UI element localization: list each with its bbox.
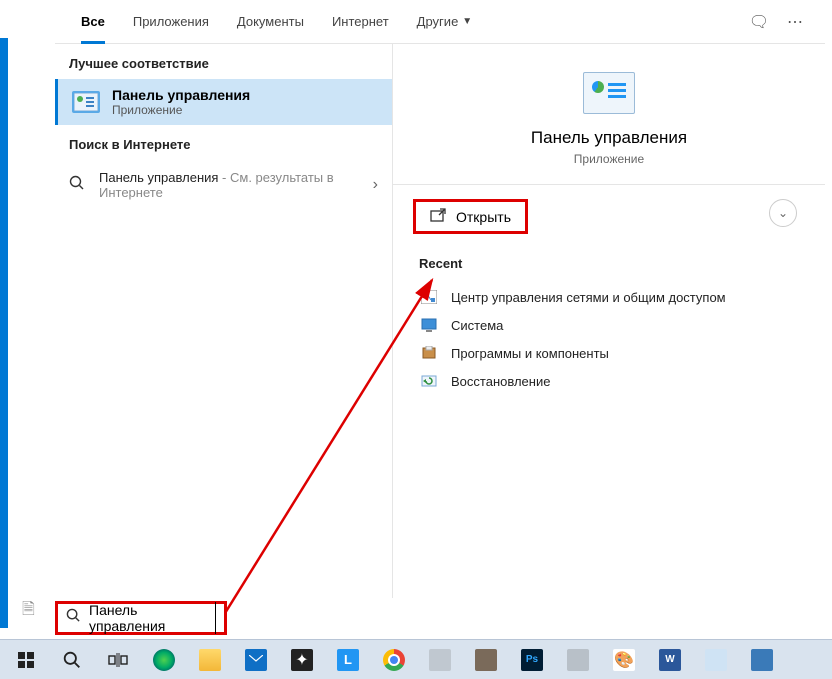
open-button-label: Открыть — [456, 209, 511, 225]
recent-item-programs[interactable]: Программы и компоненты — [419, 339, 799, 367]
start-button[interactable] — [4, 642, 48, 678]
recent-section: Recent Центр управления сетями и общим д… — [393, 238, 825, 413]
best-match-subtitle: Приложение — [112, 103, 250, 117]
tab-all-label: Все — [81, 14, 105, 29]
search-panel: Все Приложения Документы Интернет Другие… — [55, 0, 825, 598]
best-match-title: Панель управления — [112, 87, 250, 103]
results-right-column: Панель управления Приложение Открыть ⌄ R… — [393, 44, 825, 598]
taskbar-app-keyboard[interactable] — [740, 642, 784, 678]
network-icon — [419, 289, 439, 305]
recent-item-system[interactable]: Система — [419, 311, 799, 339]
preview-title: Панель управления — [393, 128, 825, 148]
recent-item-label: Восстановление — [451, 374, 550, 389]
open-row: Открыть ⌄ — [393, 185, 825, 238]
taskbar-app-l[interactable]: L — [326, 642, 370, 678]
more-options-icon[interactable]: ⋯ — [777, 4, 813, 40]
chevron-down-icon: ▼ — [462, 16, 472, 27]
tabs-bar: Все Приложения Документы Интернет Другие… — [55, 0, 825, 44]
task-view-button[interactable] — [96, 642, 140, 678]
feedback-icon[interactable]: 🗨 — [741, 4, 777, 40]
recent-header: Recent — [419, 256, 799, 271]
taskbar-app-generic2[interactable] — [464, 642, 508, 678]
taskbar-app-mail[interactable] — [234, 642, 278, 678]
recent-item-label: Центр управления сетями и общим доступом — [451, 290, 726, 305]
taskbar-app-chrome[interactable] — [372, 642, 416, 678]
web-result-query: Панель управления — [99, 170, 218, 185]
recent-item-label: Программы и компоненты — [451, 346, 609, 361]
taskbar-app-explorer[interactable] — [188, 642, 232, 678]
web-search-header: Поиск в Интернете — [55, 125, 392, 160]
taskbar-app-generic1[interactable] — [418, 642, 462, 678]
taskbar-app-photoshop[interactable]: Ps — [510, 642, 554, 678]
control-panel-large-icon — [583, 72, 635, 114]
results-columns: Лучшее соответствие Панель управления Пр… — [55, 44, 825, 598]
recent-item-recovery[interactable]: Восстановление — [419, 367, 799, 395]
programs-icon — [419, 345, 439, 361]
tab-more-label: Другие — [417, 14, 459, 29]
tab-all[interactable]: Все — [67, 0, 119, 44]
search-input-value: Панель управления — [89, 602, 216, 634]
results-left-column: Лучшее соответствие Панель управления Пр… — [55, 44, 393, 598]
tab-web-label: Интернет — [332, 14, 389, 29]
taskbar-app-paint[interactable]: 🎨 — [602, 642, 646, 678]
recent-item-network[interactable]: Центр управления сетями и общим доступом — [419, 283, 799, 311]
taskbar-app-generic3[interactable] — [556, 642, 600, 678]
preview-subtitle: Приложение — [393, 152, 825, 166]
taskbar-app-notepad[interactable] — [694, 642, 738, 678]
open-button[interactable]: Открыть — [413, 199, 528, 234]
control-panel-icon — [72, 91, 100, 113]
tab-apps[interactable]: Приложения — [119, 0, 223, 44]
taskbar-app-browser[interactable] — [142, 642, 186, 678]
chevron-right-icon: › — [373, 176, 378, 194]
tab-web[interactable]: Интернет — [318, 0, 403, 44]
accent-strip — [0, 38, 8, 628]
system-icon — [419, 317, 439, 333]
web-result-text: Панель управления - См. результаты в Инт… — [99, 170, 373, 200]
web-result-item[interactable]: Панель управления - См. результаты в Инт… — [55, 160, 392, 210]
search-icon — [69, 175, 91, 196]
best-match-header: Лучшее соответствие — [55, 44, 392, 79]
recent-item-label: Система — [451, 318, 503, 333]
taskbar-app-cursor[interactable]: ✦ — [280, 642, 324, 678]
taskbar-search-button[interactable] — [50, 642, 94, 678]
taskbar: ✦ L Ps 🎨 W — [0, 639, 832, 679]
preview-header: Панель управления Приложение — [393, 44, 825, 185]
search-input-box[interactable]: Панель управления — [55, 601, 227, 635]
recovery-icon — [419, 373, 439, 389]
best-match-item[interactable]: Панель управления Приложение — [55, 79, 392, 125]
tab-more[interactable]: Другие▼ — [403, 0, 487, 44]
tab-docs-label: Документы — [237, 14, 304, 29]
search-icon — [66, 608, 81, 628]
open-icon — [430, 208, 446, 225]
expand-chevron-button[interactable]: ⌄ — [769, 199, 797, 227]
tab-docs[interactable]: Документы — [223, 0, 318, 44]
best-match-text: Панель управления Приложение — [112, 87, 250, 117]
tab-apps-label: Приложения — [133, 14, 209, 29]
taskbar-app-word[interactable]: W — [648, 642, 692, 678]
document-icon: 🗎 — [22, 598, 35, 625]
